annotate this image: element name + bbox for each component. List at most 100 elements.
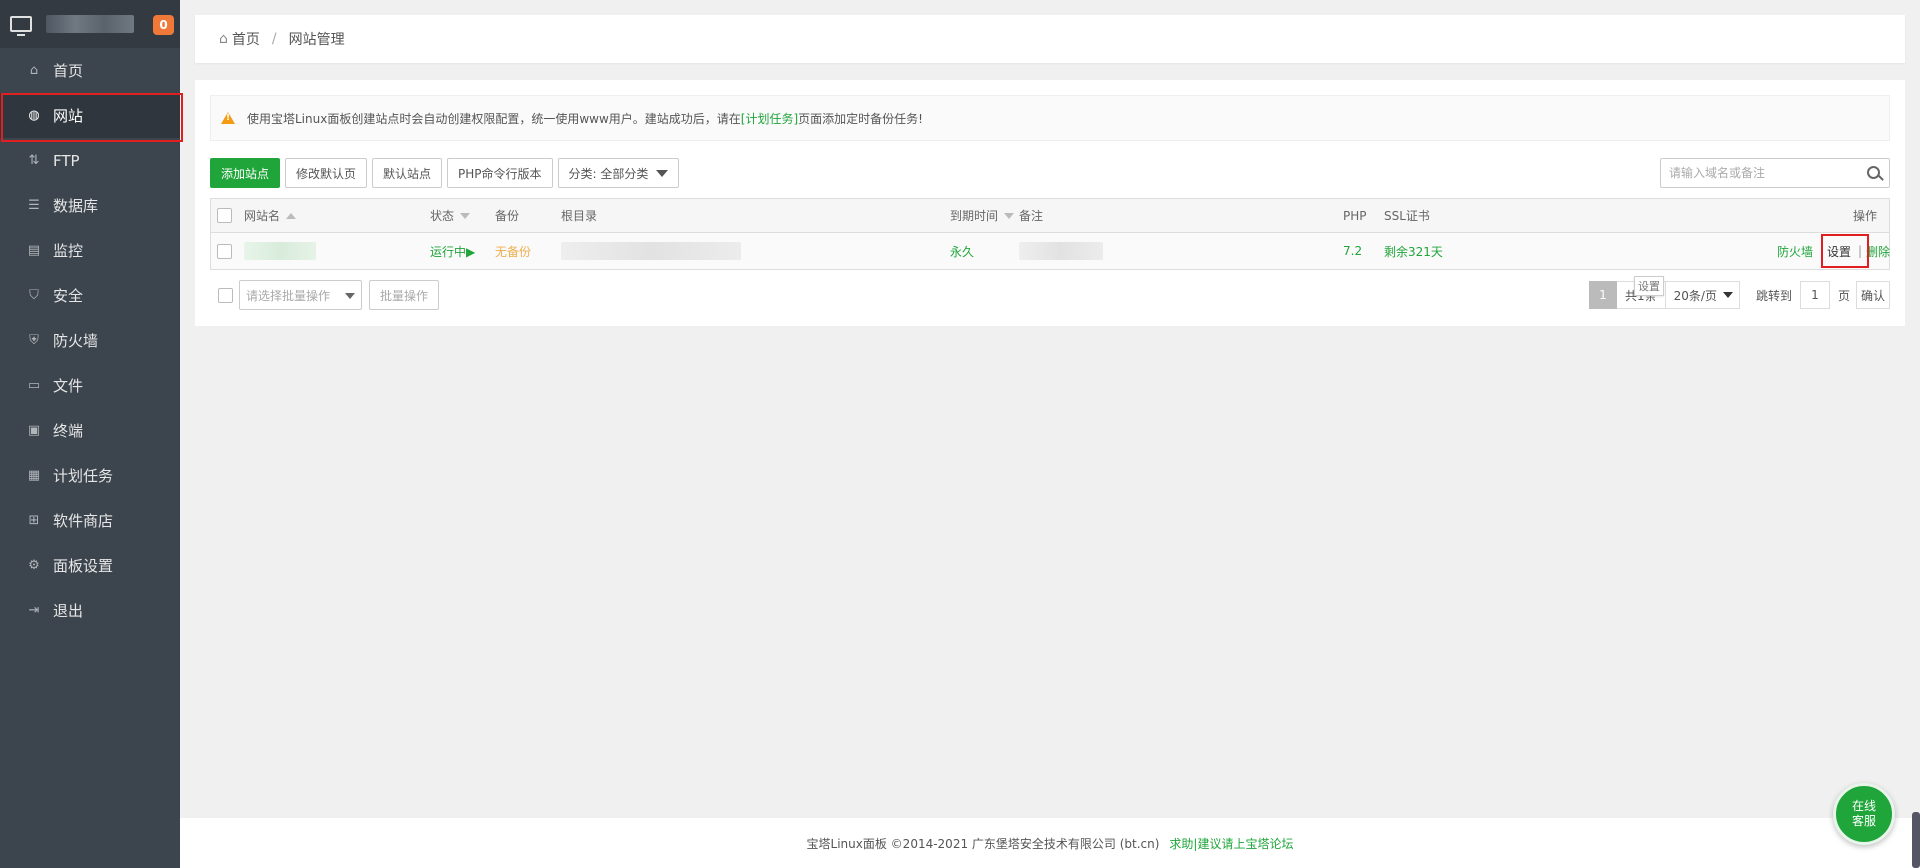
site-backup[interactable]: 无备份 [495, 233, 531, 269]
sidebar-item-security[interactable]: ⛉ 安全 [0, 273, 180, 318]
sidebar-item-files[interactable]: ▭ 文件 [0, 363, 180, 408]
home-icon: ⌂ [219, 31, 228, 47]
page-unit: 页 [1837, 288, 1850, 303]
breadcrumb-home[interactable]: 首页 [232, 29, 260, 49]
sites-table: 网站名 状态 备份 根目录 到期时间 备注 PHP SSL证书 操作 运行中▶ … [210, 198, 1890, 270]
select-all-checkbox[interactable] [217, 208, 232, 223]
php-cli-version-button[interactable]: PHP命令行版本 [447, 158, 553, 188]
settings-tooltip: 设置 [1634, 276, 1664, 296]
online-service-button[interactable]: 在线客服 [1833, 783, 1895, 845]
site-status[interactable]: 运行中▶ [430, 233, 475, 269]
breadcrumb-current: 网站管理 [288, 32, 345, 48]
per-page-select[interactable]: 20条/页 [1664, 281, 1740, 309]
notice-text-after: 页面添加定时备份任务! [798, 111, 923, 126]
site-expire[interactable]: 永久 [950, 233, 974, 269]
add-site-button[interactable]: 添加站点 [210, 158, 281, 188]
notice-bar: 使用宝塔Linux面板创建站点时会自动创建权限配置，统一使用www用户。建站成功… [210, 95, 1890, 141]
col-status[interactable]: 状态 [430, 199, 471, 232]
bulk-action-select[interactable]: 请选择批量操作 [239, 280, 362, 310]
breadcrumb: ⌂ 首页 / 网站管理 [195, 15, 1905, 63]
delete-action[interactable]: 删除 [1866, 233, 1890, 269]
chevron-down-icon [345, 293, 355, 299]
toolbar: 添加站点 修改默认页 默认站点 PHP命令行版本 分类: 全部分类 [210, 158, 680, 188]
breadcrumb-separator: / [271, 31, 277, 47]
shield-icon: ⛉ [29, 288, 39, 303]
firewall-action[interactable]: 防火墙 [1777, 233, 1813, 269]
sort-asc-icon [286, 212, 297, 219]
message-badge[interactable]: 0 [153, 15, 174, 35]
category-dropdown[interactable]: 分类: 全部分类 [557, 158, 680, 188]
col-remark: 备注 [1019, 209, 1044, 223]
sidebar-item-label: 安全 [53, 287, 84, 305]
row-checkbox[interactable] [217, 243, 232, 259]
sidebar-header: 0 [0, 0, 180, 48]
chevron-down-icon [1722, 292, 1733, 298]
default-site-button[interactable]: 默认站点 [372, 158, 443, 188]
online-service-label: 在线客服 [1851, 799, 1876, 828]
sidebar-item-firewall[interactable]: ⛨ 防火墙 [0, 318, 180, 363]
per-page-label: 20条/页 [1673, 288, 1717, 303]
search-icon[interactable] [1859, 159, 1889, 187]
sidebar-item-label: 文件 [53, 377, 84, 395]
col-php: PHP [1343, 208, 1367, 223]
col-root: 根目录 [561, 209, 598, 223]
calendar-icon: ▦ [27, 468, 41, 483]
ftp-icon: ⇅ [28, 153, 40, 168]
gear-icon: ⚙ [28, 558, 40, 573]
sidebar-item-logout[interactable]: ⇥ 退出 [0, 588, 180, 633]
category-label: 分类: 全部分类 [568, 166, 649, 181]
sidebar-item-monitor[interactable]: ▤ 监控 [0, 228, 180, 273]
firewall-icon: ⛨ [29, 333, 39, 348]
sidebar: 0 ⌂ 首页 ◍ 网站 ⇅ FTP ☰ 数据库 ▤ 监控 ⛉ 安全 ⛨ 防火墙 ▭ 文件 ▣ 终端… [0, 0, 183, 868]
sidebar-item-label: 面板设置 [53, 557, 114, 575]
search-input[interactable] [1661, 159, 1859, 187]
bulk-action-button[interactable]: 批量操作 [369, 280, 440, 310]
col-backup: 备份 [495, 209, 520, 223]
site-root-cell[interactable] [561, 233, 741, 269]
col-status-label: 状态 [430, 209, 455, 223]
notice-text-before: 使用宝塔Linux面板创建站点时会自动创建权限配置，统一使用www用户。建站成功… [247, 111, 741, 126]
home-icon: ⌂ [29, 63, 39, 78]
sidebar-item-terminal[interactable]: ▣ 终端 [0, 408, 180, 453]
cron-task-link[interactable]: [计划任务] [741, 110, 798, 127]
sidebar-item-label: 监控 [53, 242, 84, 260]
sidebar-item-ftp[interactable]: ⇅ FTP [0, 138, 180, 183]
col-expire[interactable]: 到期时间 [950, 199, 1015, 232]
page-footer: 宝塔Linux面板 ©2014-2021 广东堡塔安全技术有限公司 (bt.cn… [180, 818, 1920, 868]
logout-icon: ⇥ [28, 603, 40, 618]
sidebar-item-label: 终端 [53, 422, 84, 440]
sidebar-item-label: 软件商店 [53, 512, 114, 530]
settings-highlight [1821, 234, 1869, 268]
site-ssl[interactable]: 剩余321天 [1384, 233, 1443, 269]
site-name-cell[interactable] [244, 233, 316, 269]
sidebar-item-database[interactable]: ☰ 数据库 [0, 183, 180, 228]
scroll-handle[interactable] [1912, 812, 1920, 868]
site-root-blurred [561, 242, 741, 260]
sidebar-item-website[interactable]: ◍ 网站 [0, 93, 183, 142]
sidebar-item-cron[interactable]: ▦ 计划任务 [0, 453, 180, 498]
footer-select-all-checkbox[interactable] [218, 288, 233, 303]
table-row: 运行中▶ 无备份 永久 7.2 剩余321天 防火墙 设置 | 删除 [211, 233, 1890, 269]
footer-copyright: 宝塔Linux面板 ©2014-2021 广东堡塔安全技术有限公司 (bt.cn… [806, 836, 1160, 851]
server-icon [10, 16, 32, 36]
sidebar-item-store[interactable]: ⊞ 软件商店 [0, 498, 180, 543]
edit-default-page-button[interactable]: 修改默认页 [285, 158, 368, 188]
page-1[interactable]: 1 [1588, 281, 1617, 309]
col-name[interactable]: 网站名 [244, 199, 297, 232]
sidebar-nav: ⌂ 首页 ◍ 网站 ⇅ FTP ☰ 数据库 ▤ 监控 ⛉ 安全 ⛨ 防火墙 ▭ 文件 ▣ 终端 ▦… [0, 48, 183, 633]
jump-confirm-button[interactable]: 确认 [1855, 281, 1890, 309]
forum-link[interactable]: 求助|建议请上宝塔论坛 [1169, 835, 1293, 852]
terminal-icon: ▣ [27, 423, 41, 438]
bulk-action-placeholder: 请选择批量操作 [246, 288, 331, 303]
site-php[interactable]: 7.2 [1343, 233, 1362, 269]
jump-label: 跳转到 [1755, 288, 1792, 303]
hostname-blurred [46, 15, 134, 33]
monitor-icon: ▤ [27, 243, 41, 258]
folder-icon: ▭ [27, 378, 41, 393]
sort-desc-icon [460, 212, 471, 219]
site-remark-cell[interactable] [1019, 233, 1103, 269]
sidebar-item-home[interactable]: ⌂ 首页 [0, 48, 180, 93]
jump-input[interactable]: 1 [1799, 281, 1830, 309]
search-box [1660, 158, 1890, 188]
sidebar-item-settings[interactable]: ⚙ 面板设置 [0, 543, 180, 588]
